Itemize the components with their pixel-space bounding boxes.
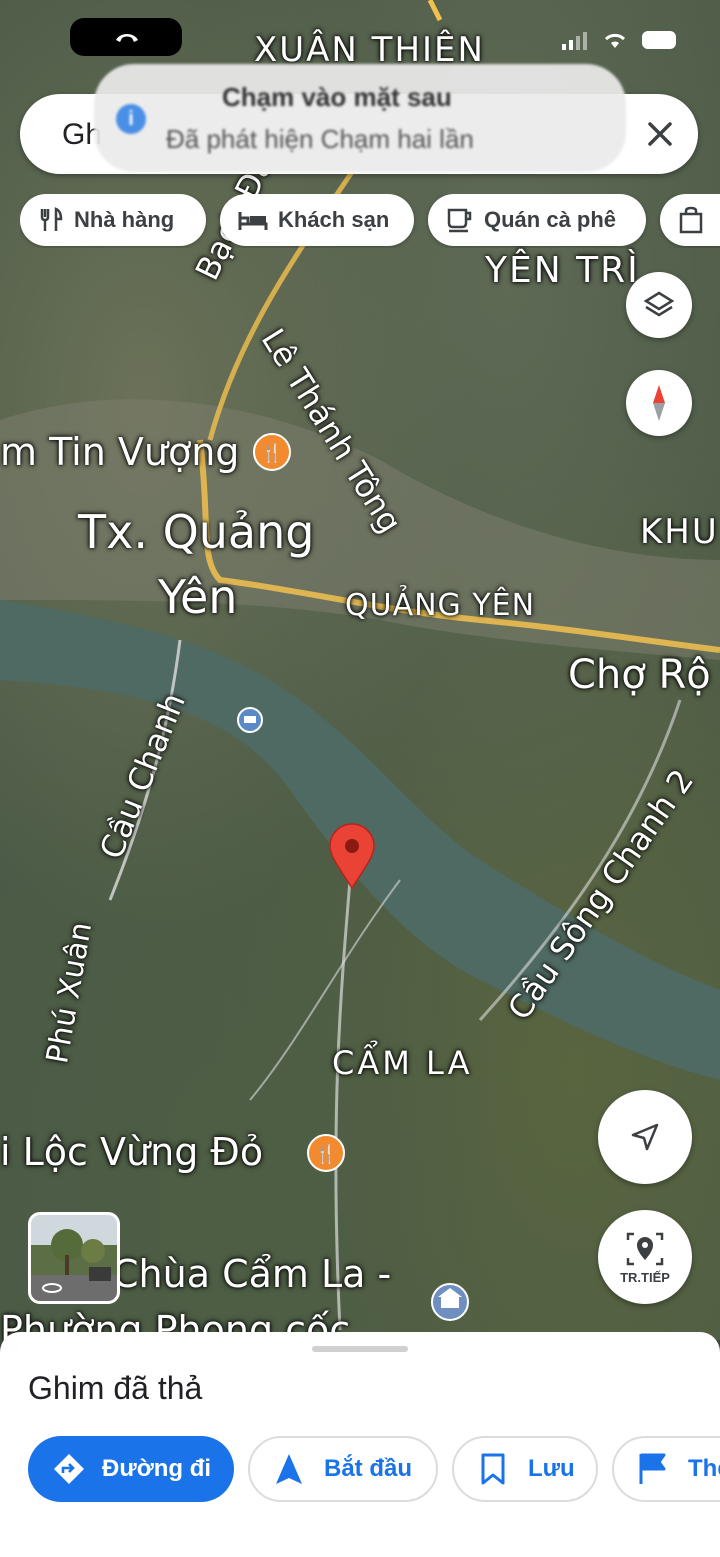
map-label-tx-quang-yen-line2: Yên: [158, 570, 238, 624]
bookmark-icon: [481, 1453, 505, 1485]
back-tap-toast: i Chạm vào mặt sau Đã phát hiện Chạm hai…: [94, 64, 626, 172]
compass-button[interactable]: [626, 370, 692, 436]
ferry-poi-icon[interactable]: [237, 707, 263, 733]
navigation-arrow-icon: [276, 1454, 302, 1484]
wifi-icon: [604, 33, 626, 48]
phone-call-icon: [116, 34, 138, 42]
live-view-label: TR.TIẾP: [620, 1269, 670, 1285]
map-label-quang-yen: QUẢNG YÊN: [345, 588, 536, 623]
map-label-cam-la: CẨM LA: [332, 1044, 473, 1082]
place-bottom-sheet[interactable]: Ghim đã thả Đường đi Bắt đầu Lưu Thê: [0, 1332, 720, 1557]
svg-text:🍴: 🍴: [261, 442, 283, 464]
rotate-360-icon: [42, 1283, 62, 1293]
chip-restaurants[interactable]: Nhà hàng: [20, 194, 206, 246]
start-button[interactable]: Bắt đầu: [248, 1436, 438, 1502]
chip-label: Quán cà phê: [484, 207, 617, 232]
label-button[interactable]: Thê: [612, 1436, 720, 1502]
status-bar-icons: [562, 30, 676, 50]
close-icon[interactable]: [642, 116, 678, 152]
sheet-drag-handle[interactable]: [312, 1346, 408, 1352]
chip-hotels[interactable]: Khách sạn: [220, 194, 414, 246]
chip-shopping[interactable]: [660, 194, 720, 246]
svg-text:🍴: 🍴: [315, 1143, 337, 1165]
start-label: Bắt đầu: [324, 1455, 413, 1482]
bed-icon: [238, 212, 268, 230]
chip-cafes[interactable]: Quán cà phê: [428, 194, 646, 246]
sheet-title: Ghim đã thả: [28, 1370, 203, 1406]
save-label: Lưu: [528, 1455, 575, 1482]
compass-icon: [653, 385, 665, 421]
directions-button[interactable]: Đường đi: [28, 1436, 234, 1502]
location-arrow-icon: [631, 1123, 659, 1151]
toast-title: Chạm vào mặt sau: [222, 82, 452, 112]
directions-label: Đường đi: [102, 1455, 212, 1482]
map-label-loc-vung-do: i Lộc Vừng Đỏ: [0, 1130, 264, 1174]
map-label-chua-cam-la: Chùa Cẩm La -: [112, 1252, 392, 1296]
shopping-bag-icon: [679, 206, 703, 234]
chip-label: Khách sạn: [278, 207, 390, 232]
layers-icon: [643, 291, 675, 317]
label-text: Thê: [688, 1455, 720, 1482]
north-road: [427, 0, 443, 22]
category-chips: Nhà hàng Khách sạn Quán cà phê: [20, 194, 720, 248]
save-button[interactable]: Lưu: [452, 1436, 598, 1502]
my-location-button[interactable]: [598, 1090, 692, 1184]
live-view-button[interactable]: TR.TIẾP: [598, 1210, 692, 1304]
directions-icon: [54, 1454, 84, 1484]
live-view-icon: [626, 1232, 664, 1265]
fork-knife-icon: [40, 207, 63, 231]
battery-icon: [642, 31, 676, 49]
restaurant-poi-icon[interactable]: 🍴: [253, 433, 291, 471]
temple-poi-icon[interactable]: [431, 1283, 469, 1321]
map-label-cho-ro: Chợ Rộ: [568, 652, 711, 698]
restaurant-poi-icon[interactable]: 🍴: [307, 1134, 345, 1172]
chip-label: Nhà hàng: [74, 207, 175, 232]
map-label-khu: KHU: [640, 512, 719, 552]
flag-icon: [639, 1453, 666, 1484]
toast-subtitle: Đã phát hiện Chạm hai lần: [166, 124, 474, 154]
signal-icon: [562, 32, 587, 50]
map-label-yen-tri: YÊN TRÌ: [485, 250, 640, 291]
info-icon: i: [116, 104, 146, 134]
layers-button[interactable]: [626, 272, 692, 338]
action-buttons-row: Đường đi Bắt đầu Lưu Thê: [0, 1436, 720, 1504]
street-view-thumbnail[interactable]: [28, 1212, 120, 1304]
map-label-tin-vuong: m Tin Vượng: [0, 430, 240, 474]
coffee-icon: [447, 208, 472, 233]
map-label-tx-quang-yen-line1: Tx. Quảng: [78, 505, 315, 559]
